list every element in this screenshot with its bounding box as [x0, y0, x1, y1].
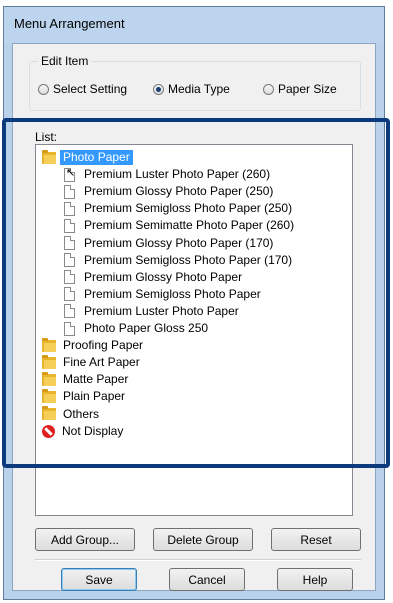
radio-media-type[interactable]: Media Type [153, 82, 230, 96]
reset-button[interactable]: Reset [271, 528, 361, 551]
radio-label: Media Type [168, 82, 230, 96]
radio-circle-icon [263, 83, 274, 95]
radio-paper-size[interactable]: Paper Size [263, 82, 337, 96]
radio-circle-icon [153, 83, 164, 95]
radio-select-setting[interactable]: Select Setting [38, 82, 127, 96]
delete-group-button[interactable]: Delete Group [153, 528, 253, 551]
radio-label: Select Setting [53, 82, 128, 96]
cancel-button[interactable]: Cancel [169, 568, 245, 591]
edit-item-group: Edit Item Select Setting Media Type Pape… [29, 54, 361, 111]
edit-item-legend: Edit Item [38, 54, 92, 68]
window-title: Menu Arrangement [14, 16, 125, 31]
add-group-button[interactable]: Add Group... [35, 528, 135, 551]
separator [35, 559, 361, 561]
save-button[interactable]: Save [61, 568, 137, 591]
title-bar[interactable]: Menu Arrangement [4, 7, 384, 43]
radio-label: Paper Size [278, 82, 337, 96]
list-highlight-frame [2, 118, 390, 468]
help-button[interactable]: Help [277, 568, 353, 591]
radio-circle-icon [38, 83, 49, 95]
